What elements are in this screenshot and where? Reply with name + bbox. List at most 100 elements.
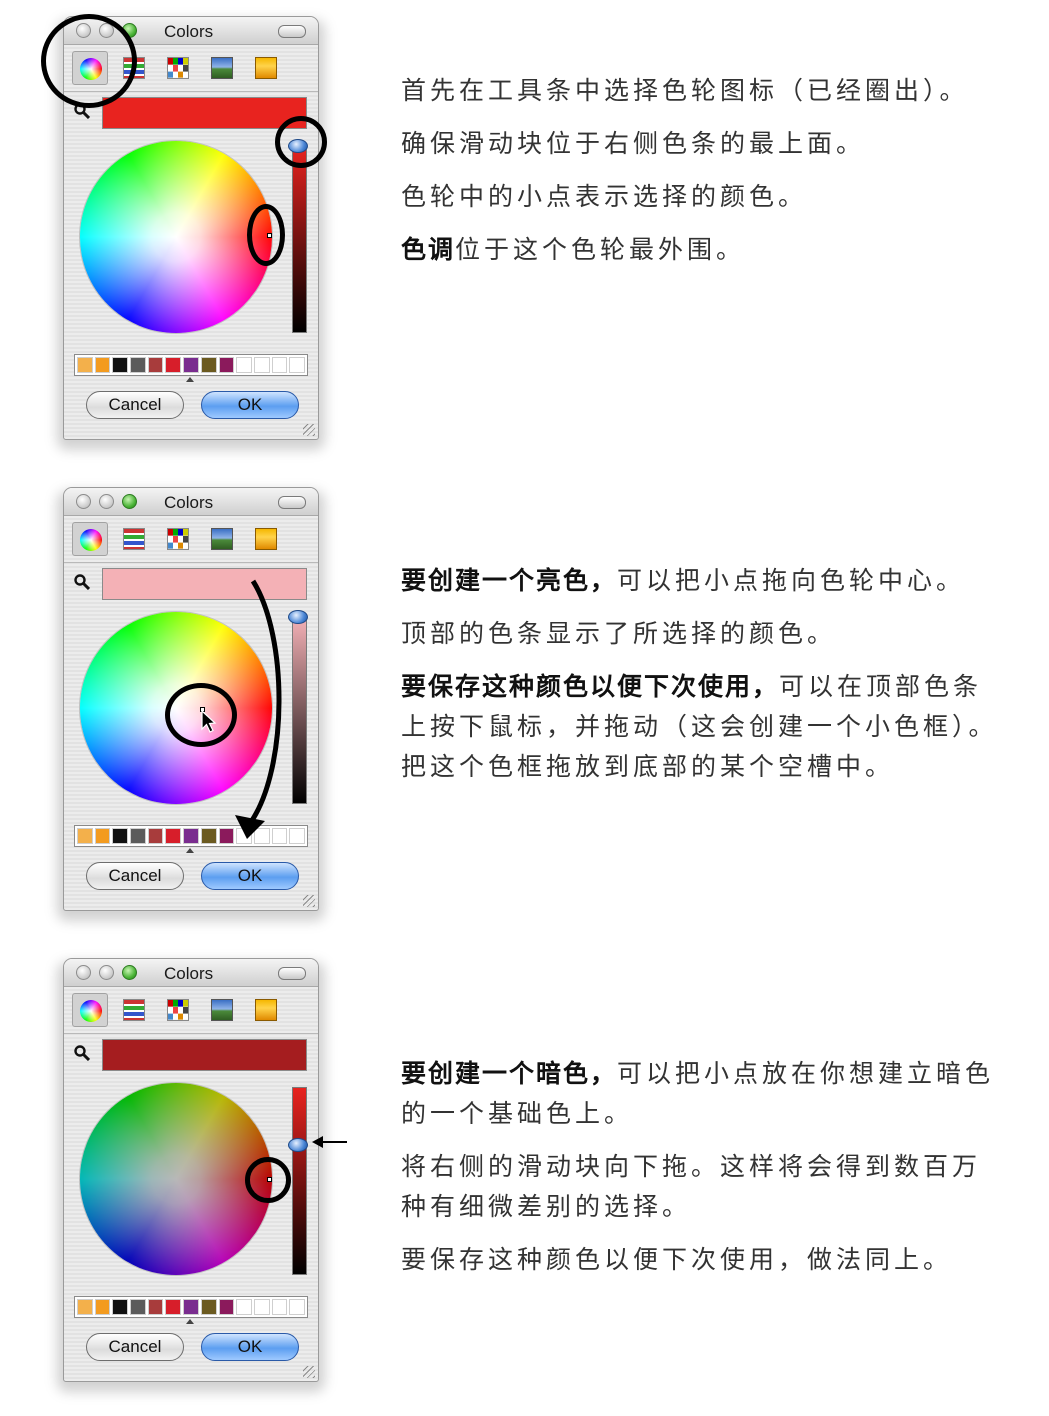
color-palettes-tab[interactable] (160, 522, 196, 556)
color-sliders-tab[interactable] (116, 522, 152, 556)
close-button[interactable] (76, 494, 91, 509)
window-title: Colors (164, 493, 214, 512)
color-palette (74, 354, 308, 376)
palette-slot[interactable] (147, 1299, 164, 1315)
palette-slot[interactable] (218, 1299, 235, 1315)
brightness-slider-knob[interactable] (288, 1138, 308, 1152)
title-bar[interactable]: Colors (64, 959, 318, 987)
palette-slot[interactable] (200, 1299, 217, 1315)
crayons-icon (255, 528, 277, 550)
toolbar-toggle-button[interactable] (278, 25, 306, 38)
color-wheel-icon (80, 529, 102, 551)
color-wheel[interactable] (80, 141, 272, 333)
brightness-slider[interactable] (292, 145, 307, 333)
ok-button[interactable]: OK (201, 1333, 299, 1361)
palette-slot[interactable] (112, 357, 129, 373)
cancel-button[interactable]: Cancel (86, 1333, 184, 1361)
minimize-button[interactable] (99, 965, 114, 980)
color-wheel-tab[interactable] (72, 993, 108, 1027)
palette-slot[interactable] (165, 357, 182, 373)
colors-window-1: Colors Cancel OK (41, 14, 327, 450)
toolbar (64, 516, 318, 563)
color-wheel[interactable] (80, 1083, 272, 1275)
image-palettes-icon (211, 528, 233, 550)
minimize-button[interactable] (99, 494, 114, 509)
crayons-tab[interactable] (248, 993, 284, 1027)
palette-slot[interactable] (130, 357, 146, 373)
color-palette (74, 1296, 308, 1318)
palette-slot[interactable] (112, 1299, 129, 1315)
palette-caret-icon (186, 377, 194, 382)
palette-slot[interactable] (94, 357, 111, 373)
image-palettes-tab[interactable] (204, 522, 240, 556)
close-button[interactable] (76, 965, 91, 980)
palette-slot[interactable] (147, 357, 164, 373)
image-palettes-tab[interactable] (204, 51, 240, 85)
drag-arrow-icon (235, 579, 282, 839)
crayons-icon (255, 57, 277, 79)
current-color-swatch[interactable] (102, 97, 307, 129)
palette-slot[interactable] (130, 828, 146, 844)
cancel-button[interactable]: Cancel (86, 862, 184, 890)
crayons-icon (255, 999, 277, 1021)
palette-slot[interactable] (218, 357, 235, 373)
palette-slot[interactable] (236, 357, 252, 373)
resize-grip-icon[interactable] (303, 424, 315, 436)
palette-slot[interactable] (289, 1299, 305, 1315)
magnifier-icon[interactable] (74, 574, 90, 590)
palette-slot[interactable] (183, 1299, 199, 1315)
palette-slot[interactable] (77, 828, 93, 844)
color-palettes-tab[interactable] (160, 993, 196, 1027)
palette-slot[interactable] (200, 357, 217, 373)
palette-slot[interactable] (183, 828, 199, 844)
colors-window-2: Colors Cancel OK (57, 487, 325, 921)
cancel-button[interactable]: Cancel (86, 391, 184, 419)
toolbar-toggle-button[interactable] (278, 967, 306, 980)
brightness-slider[interactable] (292, 1087, 307, 1275)
ok-button[interactable]: OK (201, 862, 299, 890)
color-sliders-tab[interactable] (116, 993, 152, 1027)
palette-slot[interactable] (165, 828, 182, 844)
palette-slot[interactable] (94, 828, 111, 844)
palette-slot[interactable] (271, 357, 288, 373)
image-palettes-icon (211, 999, 233, 1021)
palette-slot[interactable] (112, 828, 129, 844)
current-color-swatch[interactable] (102, 1039, 307, 1071)
palette-slot[interactable] (147, 828, 164, 844)
magnifier-icon[interactable] (74, 1045, 90, 1061)
highlight-circle-slider-knob (275, 116, 327, 168)
ok-button[interactable]: OK (201, 391, 299, 419)
color-wheel-icon (80, 1000, 102, 1022)
palette-slot[interactable] (94, 1299, 111, 1315)
palette-slot[interactable] (271, 1299, 288, 1315)
instruction-text: 可以把小点拖向色轮中心。 (617, 566, 966, 595)
palette-slot[interactable] (130, 1299, 146, 1315)
color-wheel-tab[interactable] (72, 522, 108, 556)
palette-slot[interactable] (77, 1299, 93, 1315)
palette-slot[interactable] (289, 357, 305, 373)
palette-slot[interactable] (236, 1299, 252, 1315)
crayons-tab[interactable] (248, 51, 284, 85)
resize-grip-icon[interactable] (303, 895, 315, 907)
color-palettes-tab[interactable] (160, 51, 196, 85)
palette-slot[interactable] (183, 357, 199, 373)
palette-slot[interactable] (77, 357, 93, 373)
image-palettes-tab[interactable] (204, 993, 240, 1027)
colors-window-3: Colors Cancel OK (57, 958, 347, 1392)
instruction-line: 要保存这种颜色以便下次使用，可以在顶部色条上按下鼠标，并拖动（这会创建一个小色框… (401, 667, 1001, 787)
palette-slot[interactable] (253, 357, 270, 373)
brightness-slider[interactable] (292, 616, 307, 804)
title-bar[interactable]: Colors (64, 488, 318, 516)
resize-grip-icon[interactable] (303, 1366, 315, 1378)
toolbar-toggle-button[interactable] (278, 496, 306, 509)
palette-slot[interactable] (253, 1299, 270, 1315)
zoom-button[interactable] (122, 494, 137, 509)
instruction-line: 要创建一个亮色，可以把小点拖向色轮中心。 (401, 561, 1001, 601)
instruction-line: 顶部的色条显示了所选择的颜色。 (401, 619, 837, 648)
instructions-step-3: 要创建一个暗色，可以把小点放在你想建立暗色的一个基础色上。 将右侧的滑动块向下拖… (401, 1054, 1001, 1280)
instruction-line: 色轮中的小点表示选择的颜色。 (401, 182, 808, 211)
palette-slot[interactable] (165, 1299, 182, 1315)
crayons-tab[interactable] (248, 522, 284, 556)
window-title: Colors (164, 964, 214, 983)
zoom-button[interactable] (122, 965, 137, 980)
